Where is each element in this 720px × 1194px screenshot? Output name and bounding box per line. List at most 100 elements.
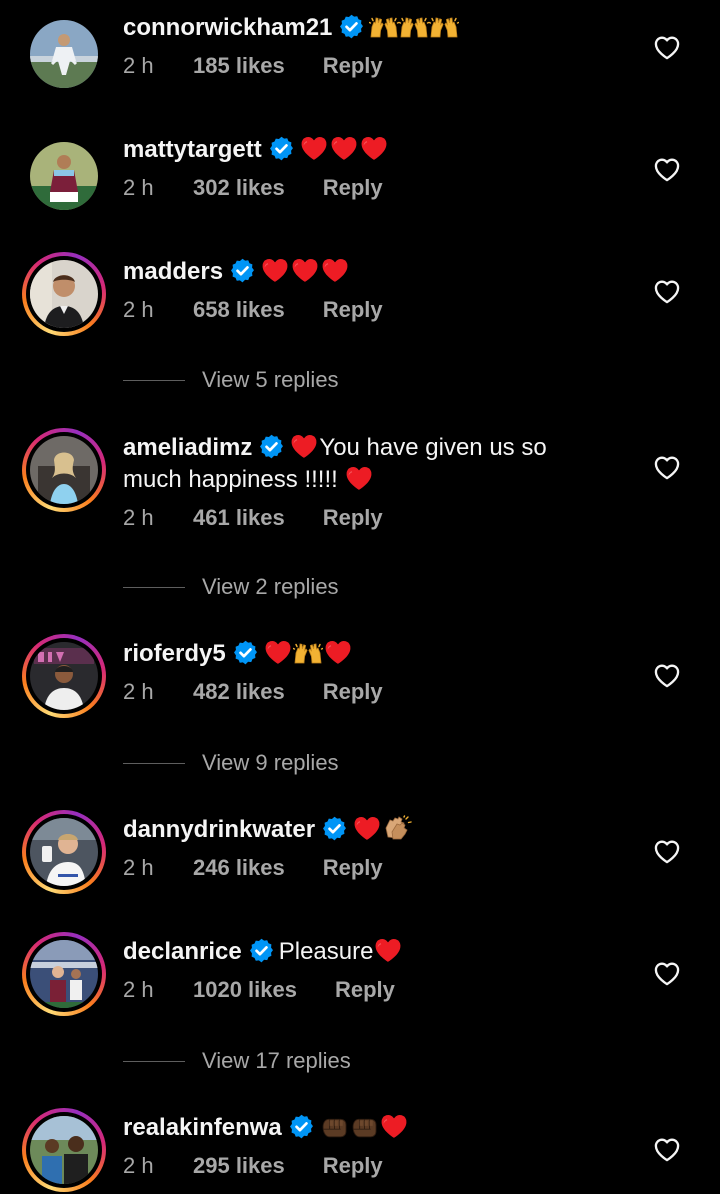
- comment-time: 2 h: [123, 505, 154, 530]
- username-link[interactable]: madders: [123, 258, 223, 285]
- heart-outline-icon[interactable]: [653, 278, 681, 304]
- verified-badge-icon: [232, 639, 259, 666]
- likes-count-link[interactable]: 295 likes: [193, 1152, 285, 1180]
- view-replies-button[interactable]: View 17 replies: [123, 1048, 351, 1074]
- verified-badge-icon: [248, 937, 275, 964]
- comment-time: 2 h: [123, 297, 154, 322]
- red-heart-icon: [359, 135, 389, 161]
- comment-meta: 2 h 302 likes Reply: [123, 174, 593, 202]
- reply-button[interactable]: Reply: [323, 504, 383, 532]
- view-replies-button[interactable]: View 9 replies: [123, 750, 339, 776]
- reply-button[interactable]: Reply: [323, 174, 383, 202]
- red-heart-icon: [299, 135, 329, 161]
- fist-icon: [349, 1115, 379, 1139]
- view-replies-label: View 17 replies: [202, 1048, 351, 1073]
- raising-hands-icon: [399, 17, 429, 39]
- avatar: [30, 20, 98, 88]
- reply-button[interactable]: Reply: [323, 854, 383, 882]
- comment-headline: madders: [123, 256, 593, 288]
- red-heart-icon: [373, 937, 403, 963]
- comment-time: 2 h: [123, 53, 154, 78]
- comment-headline: connorwickham21: [123, 12, 593, 44]
- reply-button[interactable]: Reply: [323, 678, 383, 706]
- username-link[interactable]: dannydrinkwater: [123, 816, 315, 843]
- username-link[interactable]: ameliadimz: [123, 434, 252, 461]
- divider: [123, 379, 185, 381]
- red-heart-icon: [329, 135, 359, 161]
- username-link[interactable]: connorwickham21: [123, 14, 332, 41]
- avatar-story-button[interactable]: [22, 1108, 106, 1192]
- view-replies-button[interactable]: View 2 replies: [123, 574, 339, 600]
- heart-outline-icon[interactable]: [653, 1136, 681, 1162]
- comment-time: 2 h: [123, 977, 154, 1002]
- likes-count-link[interactable]: 185 likes: [193, 52, 285, 80]
- avatar-story-button[interactable]: [22, 634, 106, 718]
- reply-button[interactable]: Reply: [323, 296, 383, 324]
- comment-headline: mattytargett: [123, 134, 593, 166]
- comments-list: connorwickham21 2 h 185 likes Reply matt…: [0, 0, 720, 1194]
- heart-outline-icon[interactable]: [653, 838, 681, 864]
- verified-badge-icon: [268, 135, 295, 162]
- comment-headline: dannydrinkwater: [123, 814, 593, 846]
- comment-headline: declanrice Pleasure: [123, 936, 593, 968]
- heart-outline-icon[interactable]: [653, 34, 681, 60]
- raising-hands-icon: [293, 643, 323, 665]
- red-heart-icon: [323, 639, 353, 665]
- reply-button[interactable]: Reply: [323, 52, 383, 80]
- comment-meta: 2 h 1020 likes Reply: [123, 976, 593, 1004]
- red-heart-icon: [320, 257, 350, 283]
- comment-time: 2 h: [123, 1153, 154, 1178]
- verified-badge-icon: [229, 257, 256, 284]
- fist-icon: [319, 1115, 349, 1139]
- avatar-button[interactable]: [22, 12, 106, 96]
- view-replies-label: View 9 replies: [202, 750, 339, 775]
- avatar: [30, 1116, 98, 1184]
- likes-count-link[interactable]: 246 likes: [193, 854, 285, 882]
- username-link[interactable]: declanrice: [123, 938, 242, 965]
- verified-badge-icon: [258, 433, 285, 460]
- reply-button[interactable]: Reply: [323, 1152, 383, 1180]
- red-heart-icon: [344, 465, 374, 491]
- raising-hands-icon: [369, 17, 399, 39]
- avatar-story-button[interactable]: [22, 252, 106, 336]
- verified-badge-icon: [288, 1113, 315, 1140]
- verified-badge-icon: [338, 13, 365, 40]
- heart-outline-icon[interactable]: [653, 960, 681, 986]
- reply-button[interactable]: Reply: [335, 976, 395, 1004]
- username-link[interactable]: realakinfenwa: [123, 1114, 282, 1141]
- avatar-story-button[interactable]: [22, 428, 106, 512]
- avatar: [30, 142, 98, 210]
- heart-outline-icon[interactable]: [653, 662, 681, 688]
- likes-count-link[interactable]: 1020 likes: [193, 976, 297, 1004]
- avatar: [30, 436, 98, 504]
- avatar: [30, 818, 98, 886]
- divider: [123, 586, 185, 588]
- likes-count-link[interactable]: 658 likes: [193, 296, 285, 324]
- avatar-button[interactable]: [22, 134, 106, 218]
- avatar-story-button[interactable]: [22, 810, 106, 894]
- comment-meta: 2 h 295 likes Reply: [123, 1152, 593, 1180]
- comment-meta: 2 h 461 likes Reply: [123, 504, 593, 532]
- likes-count-link[interactable]: 461 likes: [193, 504, 285, 532]
- clapping-hands-icon: [382, 815, 412, 841]
- red-heart-icon: [263, 639, 293, 665]
- username-link[interactable]: mattytargett: [123, 136, 262, 163]
- view-replies-button[interactable]: View 5 replies: [123, 367, 339, 393]
- avatar-story-button[interactable]: [22, 932, 106, 1016]
- comment-meta: 2 h 185 likes Reply: [123, 52, 593, 80]
- comment-meta: 2 h 658 likes Reply: [123, 296, 593, 324]
- comment-headline: rioferdy5: [123, 638, 593, 670]
- comment-meta: 2 h 246 likes Reply: [123, 854, 593, 882]
- comment-text: Pleasure: [278, 938, 374, 965]
- username-link[interactable]: rioferdy5: [123, 640, 226, 667]
- avatar: [30, 642, 98, 710]
- comment-time: 2 h: [123, 175, 154, 200]
- comment-time: 2 h: [123, 679, 154, 704]
- heart-outline-icon[interactable]: [653, 454, 681, 480]
- heart-outline-icon[interactable]: [653, 156, 681, 182]
- red-heart-icon: [379, 1113, 409, 1139]
- comment-headline: ameliadimz You have given us so much happ…: [123, 432, 593, 496]
- avatar: [30, 940, 98, 1008]
- likes-count-link[interactable]: 482 likes: [193, 678, 285, 706]
- likes-count-link[interactable]: 302 likes: [193, 174, 285, 202]
